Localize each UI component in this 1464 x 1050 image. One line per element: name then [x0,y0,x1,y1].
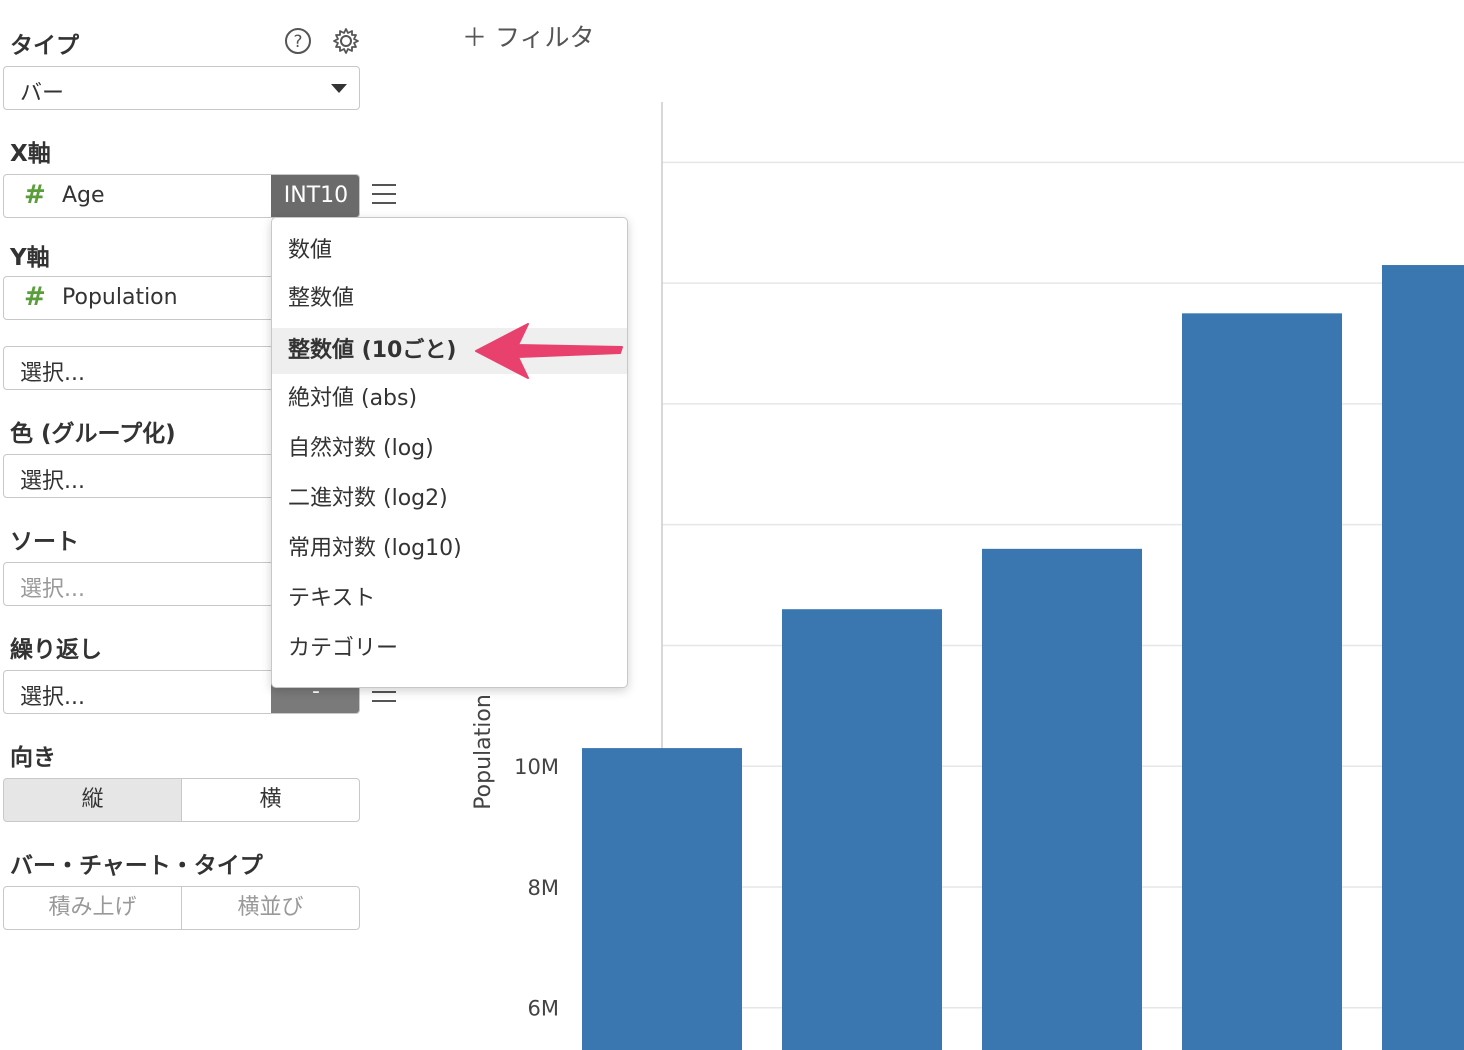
bar-4[interactable] [1382,265,1464,1050]
bar-2[interactable] [982,548,1142,1050]
y-axis-title: Population [471,694,496,810]
conversion-dropdown-menu: 数値 整数値 整数値 (10ごと) 絶対値 (abs) 自然対数 (log) 二進対数 (… [271,217,628,688]
bar-1[interactable] [782,609,942,1050]
y-tick-label: 8M [528,876,559,900]
dropdown-item-1[interactable]: 整数値 [272,276,627,322]
y-tick-label: 10M [514,755,559,779]
y-tick-label: 6M [528,997,559,1021]
dropdown-item-5[interactable]: 二進対数 (log2) [272,476,627,522]
bar-0[interactable] [582,748,742,1050]
dropdown-item-8[interactable]: カテゴリー [272,626,627,672]
dropdown-item-7[interactable]: テキスト [272,576,627,622]
arrow-left-icon [475,323,623,379]
dropdown-item-6[interactable]: 常用対数 (log10) [272,526,627,572]
bar-chart: 6M8M10M18M Population [471,102,1464,1050]
bar-3[interactable] [1182,313,1342,1050]
dropdown-item-0[interactable]: 数値 [272,228,627,274]
dropdown-item-4[interactable]: 自然対数 (log) [272,426,627,472]
